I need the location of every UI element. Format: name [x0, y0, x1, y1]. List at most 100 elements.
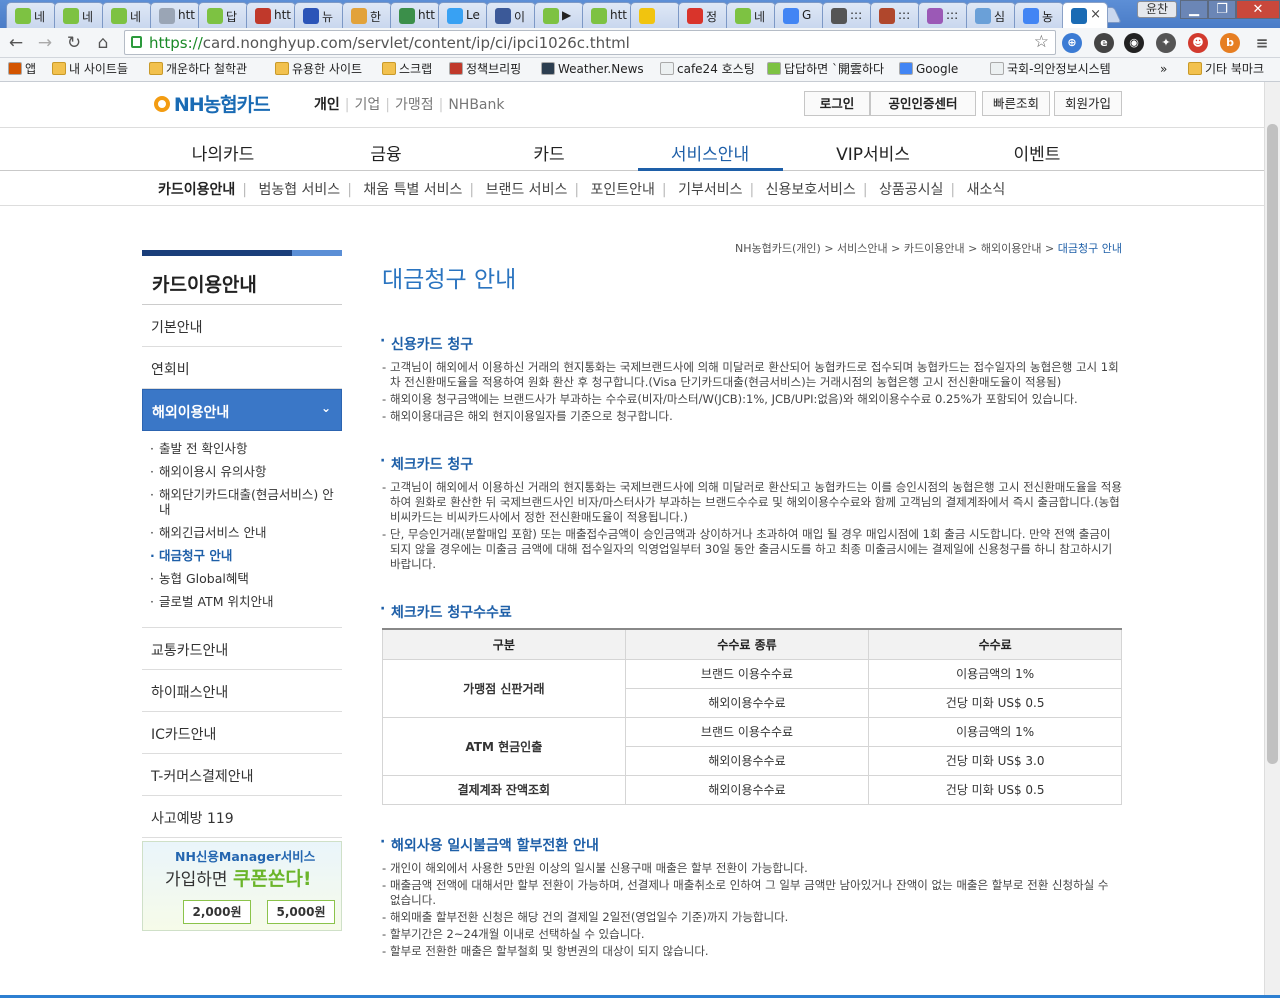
- browser-tab[interactable]: htt: [390, 2, 440, 28]
- gnb-event[interactable]: 이벤트: [957, 140, 1117, 165]
- submenu-billing-guide[interactable]: 대금청구 안내: [150, 548, 342, 563]
- side-nav-annual-fee[interactable]: 연회비: [142, 347, 342, 389]
- extension-b-icon[interactable]: b: [1220, 33, 1240, 53]
- browser-tab[interactable]: htt: [246, 2, 296, 28]
- extension-santa-icon[interactable]: ☻: [1188, 33, 1208, 53]
- submenu-overseas-caution[interactable]: 해외이용시 유의사항: [150, 464, 342, 479]
- submenu-pre-departure[interactable]: 출발 전 확인사항: [150, 441, 342, 456]
- bookmark-star-icon[interactable]: ☆: [1034, 32, 1049, 52]
- submenu-global-benefits[interactable]: 농협 Global혜택: [150, 571, 342, 586]
- reload-icon[interactable]: ↻: [63, 32, 85, 54]
- login-button[interactable]: 로그인: [804, 91, 870, 116]
- browser-tab[interactable]: 네: [6, 2, 56, 28]
- browser-tab[interactable]: G: [774, 2, 824, 28]
- nh-card-logo[interactable]: NH농협카드: [154, 90, 271, 116]
- submenu-cash-service[interactable]: 해외단기카드대출(현금서비스) 안내: [150, 487, 342, 517]
- breadcrumb-item[interactable]: NH농협카드(개인): [735, 242, 821, 255]
- gnb-finance[interactable]: 금융: [306, 140, 466, 165]
- tab-nhbank[interactable]: NHBank: [448, 97, 504, 113]
- browser-tab[interactable]: 심: [966, 2, 1016, 28]
- extension-mask-icon[interactable]: ◉: [1124, 33, 1144, 53]
- gnb-service-guide[interactable]: 서비스안내: [630, 140, 790, 165]
- subnav-product-disclosure[interactable]: 상품공시실: [879, 179, 943, 199]
- subnav-credit-protection[interactable]: 신용보호서비스: [766, 179, 856, 199]
- browser-tab[interactable]: [630, 2, 680, 28]
- side-nav-transport-card[interactable]: 교통카드안내: [142, 628, 342, 670]
- browser-tab[interactable]: htt: [150, 2, 200, 28]
- browser-tab[interactable]: 뉴: [294, 2, 344, 28]
- breadcrumb-item[interactable]: 해외이용안내: [981, 242, 1042, 255]
- bookmark-item[interactable]: 유용한 사이트: [275, 61, 362, 77]
- breadcrumb-item[interactable]: 서비스안내: [837, 242, 888, 255]
- submenu-emergency-service[interactable]: 해외긴급서비스 안내: [150, 525, 342, 540]
- browser-tab[interactable]: :::: [870, 2, 920, 28]
- browser-tab[interactable]: 네: [726, 2, 776, 28]
- browser-tab[interactable]: htt: [582, 2, 632, 28]
- chrome-menu-icon[interactable]: ≡: [1252, 33, 1272, 53]
- side-nav-accident-prevention[interactable]: 사고예방 119: [142, 796, 342, 838]
- subnav-nonghyup-service[interactable]: 범농협 서비스: [258, 179, 340, 199]
- tab-merchant[interactable]: 가맹점: [395, 97, 434, 113]
- maximize-button[interactable]: ❐: [1208, 0, 1236, 19]
- side-nav-hipass[interactable]: 하이패스안내: [142, 670, 342, 712]
- address-bar[interactable]: https://card.nonghyup.com/servlet/conten…: [124, 30, 1056, 55]
- browser-tab[interactable]: 농: [1014, 2, 1064, 28]
- url-text[interactable]: https://card.nonghyup.com/servlet/conten…: [149, 34, 630, 52]
- signup-button[interactable]: 회원가입: [1054, 91, 1122, 116]
- browser-tab[interactable]: 답: [198, 2, 248, 28]
- scrollbar-thumb[interactable]: [1267, 124, 1278, 764]
- extension-e-icon[interactable]: e: [1094, 33, 1114, 53]
- breadcrumb-item[interactable]: 카드이용안내: [904, 242, 965, 255]
- browser-tab[interactable]: Le: [438, 2, 488, 28]
- extension-puzzle-icon[interactable]: ✦: [1156, 33, 1176, 53]
- profile-badge[interactable]: 윤찬: [1137, 1, 1177, 18]
- subnav-point-guide[interactable]: 포인트안내: [591, 179, 655, 199]
- forward-arrow-icon[interactable]: →: [34, 32, 56, 54]
- extension-compass-icon[interactable]: ⊕: [1062, 33, 1082, 53]
- bookmark-item[interactable]: 기타 북마크: [1188, 61, 1264, 77]
- bookmark-item[interactable]: 정책브리핑: [449, 61, 521, 77]
- tab-corporate[interactable]: 기업: [354, 97, 380, 113]
- bookmark-item[interactable]: 앱: [8, 61, 36, 77]
- gnb-vip-service[interactable]: VIP서비스: [793, 140, 953, 165]
- home-icon[interactable]: ⌂: [92, 32, 114, 54]
- bookmark-item[interactable]: 내 사이트들: [52, 61, 128, 77]
- vertical-scrollbar[interactable]: [1264, 82, 1280, 995]
- bookmark-item[interactable]: cafe24 호스팅: [660, 61, 755, 77]
- subnav-card-usage[interactable]: 카드이용안내: [158, 179, 235, 199]
- subnav-chaeum-service[interactable]: 채움 특별 서비스: [363, 179, 462, 199]
- subnav-news[interactable]: 새소식: [967, 179, 1006, 199]
- bookmark-item[interactable]: Weather.News: [541, 61, 644, 77]
- browser-tab[interactable]: :::: [822, 2, 872, 28]
- browser-tab[interactable]: 정: [678, 2, 728, 28]
- bookmark-item[interactable]: 개운하다 철학관: [149, 61, 247, 77]
- promo-banner[interactable]: NH신용Manager서비스 가입하면 쿠폰쏜다! 2,000원 5,000원: [142, 841, 342, 931]
- cert-center-button[interactable]: 공인인증센터: [870, 91, 976, 116]
- browser-tab[interactable]: 한: [342, 2, 392, 28]
- back-arrow-icon[interactable]: ←: [5, 32, 27, 54]
- gnb-my-card[interactable]: 나의카드: [143, 140, 303, 165]
- side-nav-t-commerce[interactable]: T-커머스결제안내: [142, 754, 342, 796]
- browser-tab[interactable]: ×: [1062, 2, 1108, 28]
- browser-tab[interactable]: :::: [918, 2, 968, 28]
- close-window-button[interactable]: ✕: [1236, 0, 1280, 19]
- side-nav-overseas-usage[interactable]: 해외이용안내 ⌄: [142, 389, 342, 431]
- browser-tab[interactable]: ▶: [534, 2, 584, 28]
- quick-lookup-button[interactable]: 빠른조회: [982, 91, 1050, 116]
- bookmark-item[interactable]: 스크랩: [382, 61, 432, 77]
- minimize-button[interactable]: ▁: [1180, 0, 1208, 19]
- bookmark-item[interactable]: »: [1160, 61, 1167, 77]
- subnav-brand-service[interactable]: 브랜드 서비스: [486, 179, 568, 199]
- close-tab-icon[interactable]: ×: [1090, 7, 1101, 22]
- bookmark-item[interactable]: Google: [899, 61, 958, 77]
- subnav-donation-service[interactable]: 기부서비스: [678, 179, 742, 199]
- browser-tab[interactable]: 이: [486, 2, 536, 28]
- gnb-card[interactable]: 카드: [469, 140, 629, 165]
- tab-personal[interactable]: 개인: [314, 97, 340, 113]
- bookmark-item[interactable]: 답답하면 `開雲하다: [767, 61, 884, 77]
- submenu-global-atm[interactable]: 글로벌 ATM 위치안내: [150, 594, 342, 609]
- side-nav-basic-guide[interactable]: 기본안내: [142, 305, 342, 347]
- bookmark-item[interactable]: 국회-의안정보시스템: [990, 61, 1111, 77]
- browser-tab[interactable]: 네: [102, 2, 152, 28]
- browser-tab[interactable]: 네: [54, 2, 104, 28]
